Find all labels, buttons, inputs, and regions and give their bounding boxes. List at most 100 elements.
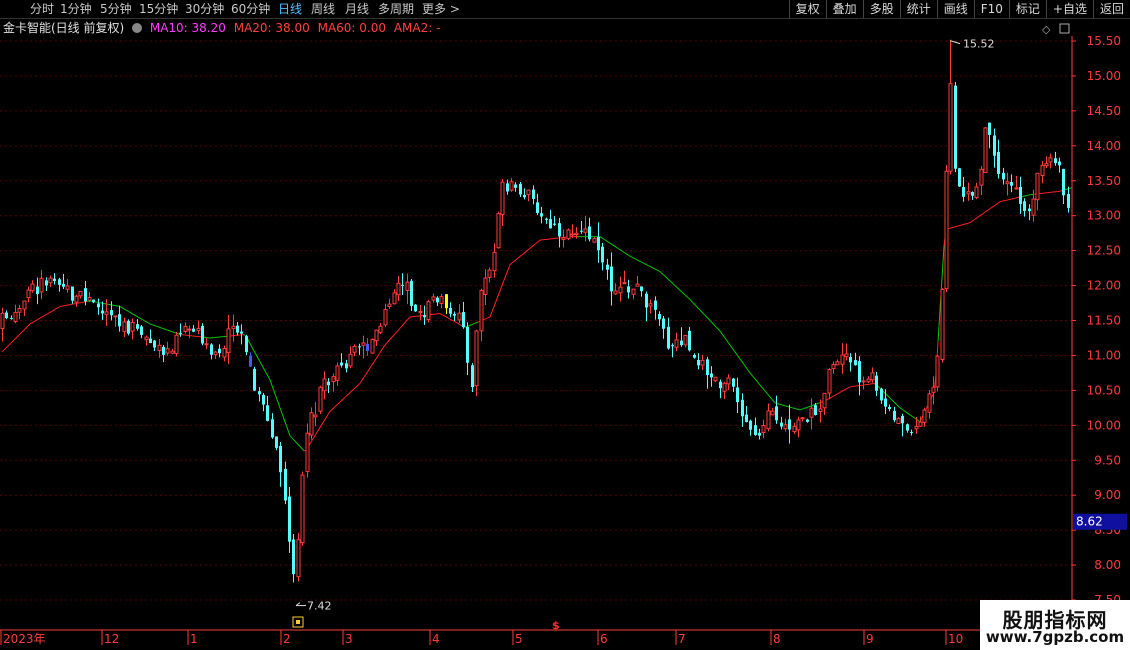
ma-segment	[1, 349, 5, 353]
ma-segment	[503, 274, 507, 281]
candle-body-up	[835, 361, 840, 366]
candle-body-down	[249, 355, 252, 367]
period-tab-60min[interactable]: 60分钟	[231, 1, 270, 17]
period-tab-5min[interactable]: 5分钟	[100, 1, 132, 17]
ma-segment	[493, 301, 497, 307]
candle-body-up	[165, 348, 170, 354]
candle-body-up	[974, 186, 979, 198]
kline-chart[interactable]: 15.50 15.00 14.50 14.00 13.50 13.00 12.50 12.00…	[0, 19, 1130, 650]
ma-segment	[507, 264, 511, 271]
period-tab-minute-chart[interactable]: 分时	[30, 1, 54, 17]
candle-body-up	[305, 432, 310, 473]
ma-segment	[283, 418, 287, 425]
period-tab-multi[interactable]: 多周期	[378, 1, 414, 17]
candle-body-down	[671, 345, 674, 347]
ma-segment	[391, 334, 395, 338]
ma-segment	[47, 311, 51, 314]
candle-body-down	[284, 468, 287, 501]
candle-body-down	[162, 346, 165, 355]
candle-body-down	[545, 218, 548, 220]
date-tick-label: 7	[678, 632, 686, 646]
ma-segment	[995, 202, 999, 205]
ma-segment	[459, 324, 463, 327]
ma-segment	[399, 325, 403, 329]
ma-segment	[741, 361, 745, 365]
period-tab-monthly[interactable]: 月线	[345, 1, 369, 17]
candle-body-down	[136, 324, 139, 329]
ma-segment	[913, 417, 917, 420]
overlay-button[interactable]: 叠加	[825, 0, 863, 18]
add-watchlist-button[interactable]: +自选	[1045, 0, 1093, 18]
ma-segment	[369, 364, 373, 369]
ma-segment	[893, 401, 897, 405]
candle-body-down	[153, 340, 156, 348]
candle-body-down	[401, 284, 404, 286]
period-tab-30min[interactable]: 30分钟	[185, 1, 224, 17]
candle-body-down	[58, 279, 61, 285]
ma-segment	[25, 325, 29, 329]
period-tab-15min[interactable]: 15分钟	[139, 1, 178, 17]
ma-segment	[395, 330, 399, 333]
candle-body-up	[418, 310, 423, 313]
ma-segment	[277, 402, 281, 409]
candle-body-up	[496, 213, 501, 249]
ma-segment	[685, 295, 689, 299]
candle-body-up	[713, 376, 718, 382]
ma-segment	[389, 336, 393, 340]
period-tab-daily[interactable]: 日线	[278, 1, 302, 17]
period-tab-1min[interactable]: 1分钟	[60, 1, 92, 17]
candle-body-up	[392, 292, 397, 305]
candle-body-up	[783, 424, 788, 430]
candle-body-up	[479, 289, 484, 332]
candle-body-down	[118, 314, 121, 327]
candle-body-down	[210, 344, 213, 355]
candle-body-up	[361, 342, 366, 346]
period-tab-weekly[interactable]: 周线	[311, 1, 335, 17]
candle-body-up	[474, 330, 479, 387]
statistics-button[interactable]: 统计	[899, 0, 937, 18]
period-tab-more[interactable]: 更多 >	[422, 1, 460, 17]
ma-segment	[351, 388, 355, 392]
ma-segment	[887, 395, 891, 399]
ma-segment	[119, 306, 123, 309]
candle-body-up	[1040, 164, 1045, 177]
ma-segment	[509, 262, 513, 265]
candle-body-down	[536, 202, 539, 214]
ma-segment	[131, 313, 135, 316]
candle-body-down	[466, 326, 469, 363]
candle-body-up	[583, 228, 588, 233]
candle-body-up	[618, 286, 623, 294]
multi-stock-button[interactable]: 多股	[862, 0, 900, 18]
price-tick-label: 11.50	[1087, 314, 1121, 328]
candle-body-up	[144, 336, 149, 341]
ma-segment	[687, 297, 691, 300]
candle-body-down	[236, 325, 239, 333]
candle-body-down	[1010, 182, 1013, 186]
candle-body-down	[45, 280, 48, 286]
candle-body-down	[906, 424, 909, 431]
price-tick-label: 14.00	[1087, 139, 1121, 153]
ma-segment	[793, 407, 797, 410]
ma-segment	[517, 256, 521, 259]
ma-segment	[35, 318, 39, 321]
draw-line-button[interactable]: 画线	[936, 0, 974, 18]
ma-segment	[749, 372, 753, 376]
price-tick-label: 13.00	[1087, 209, 1121, 223]
candle-body-up	[592, 238, 597, 243]
adjust-rights-button[interactable]: 复权	[788, 0, 826, 18]
f10-button[interactable]: F10	[973, 0, 1009, 18]
candle-body-down	[1067, 194, 1070, 208]
candle-body-down	[10, 318, 13, 320]
candle-body-down	[988, 122, 991, 135]
back-button[interactable]: 返回	[1092, 0, 1130, 18]
ma-segment	[49, 310, 53, 313]
mark-button[interactable]: 标记	[1008, 0, 1046, 18]
candle-body-up	[674, 339, 679, 348]
candle-body-up	[796, 419, 801, 431]
ma-segment	[19, 331, 23, 335]
candle-body-up	[770, 410, 775, 416]
candle-body-down	[292, 539, 295, 575]
ma-segment	[31, 321, 35, 324]
ma-segment	[669, 280, 673, 284]
candle-body-up	[39, 277, 44, 293]
